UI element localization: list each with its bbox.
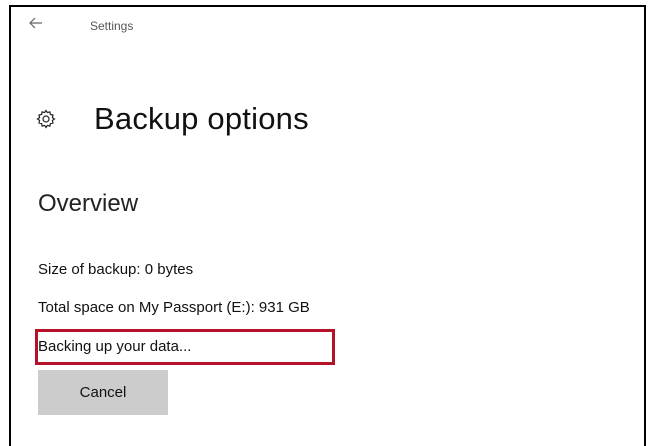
page-title: Backup options [94, 101, 309, 136]
page-header: Backup options [36, 97, 309, 141]
titlebar: Settings [11, 7, 644, 43]
backup-size-text: Size of backup: 0 bytes [38, 261, 194, 278]
total-space-text: Total space on My Passport (E:): 931 GB [38, 299, 310, 316]
section-title-overview: Overview [38, 190, 139, 217]
backup-status-text: Backing up your data... [38, 338, 192, 355]
back-button[interactable] [25, 16, 47, 34]
gear-icon [36, 109, 56, 129]
cancel-button[interactable]: Cancel [38, 370, 168, 415]
app-title: Settings [90, 19, 134, 33]
arrow-left-icon [29, 16, 43, 34]
settings-window: Settings Backup options Overview Size of… [9, 5, 646, 446]
